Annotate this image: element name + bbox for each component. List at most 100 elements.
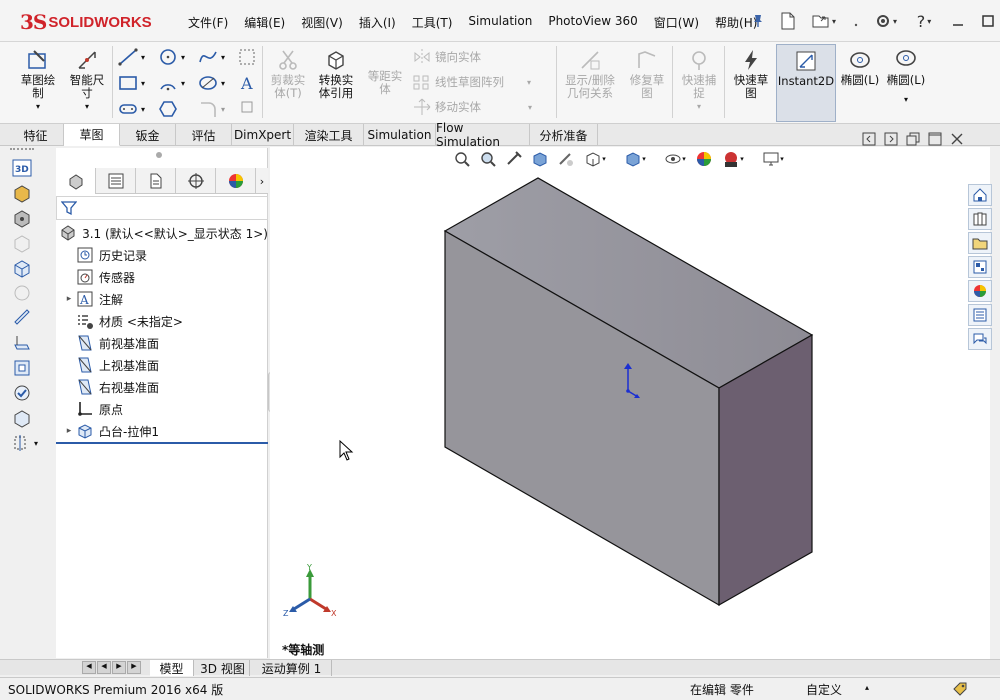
feature-manager-tab-icon[interactable] bbox=[56, 168, 96, 194]
tab-0[interactable]: 特征 bbox=[8, 124, 64, 146]
tree-expand-icon[interactable]: ▸ bbox=[62, 294, 76, 304]
ellipse-tool[interactable]: ▾ bbox=[198, 74, 225, 92]
polygon-tool[interactable] bbox=[158, 100, 178, 118]
previous-view-icon[interactable] bbox=[504, 150, 524, 168]
tree-item[interactable]: 3.1 (默认<<默认>_显示状态 1>) bbox=[56, 222, 268, 244]
scroll-next-icon[interactable]: ▶ bbox=[112, 661, 126, 674]
tab-4[interactable]: DimXpert bbox=[232, 124, 294, 146]
rapid-sketch-button[interactable]: 快速草 图 bbox=[728, 48, 774, 100]
sphere-icon[interactable] bbox=[11, 282, 33, 304]
tree-item[interactable]: 前视基准面 bbox=[56, 332, 268, 354]
derived-sketch-icon[interactable] bbox=[11, 357, 33, 379]
move-entities-tool[interactable]: 移动实体 ▾ bbox=[412, 98, 532, 116]
check-sketch-icon[interactable] bbox=[11, 382, 33, 404]
intersection-icon[interactable] bbox=[11, 307, 33, 329]
rollback-bar[interactable] bbox=[56, 442, 268, 444]
custom-properties-icon[interactable] bbox=[968, 304, 992, 326]
tree-item[interactable]: 上视基准面 bbox=[56, 354, 268, 376]
tab-1[interactable]: 草图 bbox=[64, 124, 120, 146]
viewport-close-icon[interactable] bbox=[950, 132, 964, 149]
edit-appearance-icon[interactable] bbox=[694, 150, 714, 168]
tab-5[interactable]: 渲染工具 bbox=[294, 124, 364, 146]
text-tool[interactable]: A bbox=[238, 74, 256, 92]
tree-item[interactable]: 原点 bbox=[56, 398, 268, 420]
circle-tool[interactable]: ▾ bbox=[158, 48, 185, 66]
menu-item-1[interactable]: 编辑(E) bbox=[236, 12, 293, 33]
view-palette-icon[interactable] bbox=[968, 256, 992, 278]
block-icon[interactable] bbox=[11, 207, 33, 229]
repair-sketch-button[interactable]: 修复草 图 bbox=[624, 48, 670, 100]
dimxpert-manager-tab-icon[interactable] bbox=[176, 168, 216, 194]
settings-icon[interactable]: ▾ bbox=[869, 8, 903, 34]
sketch-button[interactable]: 草图绘 制 ▾ bbox=[14, 48, 62, 113]
tab-2[interactable]: 钣金 bbox=[120, 124, 176, 146]
menu-item-6[interactable]: PhotoView 360 bbox=[540, 12, 645, 33]
viewport-restore-icon[interactable] bbox=[906, 132, 920, 149]
tree-item[interactable]: ▸ 凸台-拉伸1 bbox=[56, 420, 268, 442]
property-manager-tab-icon[interactable] bbox=[96, 168, 136, 194]
trim-entities-button[interactable]: 剪裁实 体(T) bbox=[266, 48, 310, 100]
viewport-maximize-icon[interactable] bbox=[928, 132, 942, 149]
home-icon[interactable] bbox=[968, 184, 992, 206]
new-document-icon[interactable] bbox=[775, 8, 801, 34]
dynamic-annotation-icon[interactable] bbox=[556, 150, 576, 168]
show-relations-button[interactable]: 显示/删除 几何关系 bbox=[558, 48, 622, 100]
view-orientation-icon[interactable]: ▾ bbox=[582, 150, 608, 168]
previous-view-icon[interactable] bbox=[862, 132, 876, 149]
mirror-entities-tool[interactable]: 镜向实体 bbox=[412, 48, 481, 66]
open-document-icon[interactable]: ▾ bbox=[805, 8, 843, 34]
arc-tool[interactable]: ▾ bbox=[158, 74, 185, 92]
bottom-tab-1[interactable]: 3D 视图 bbox=[196, 660, 250, 676]
3d-sketch-icon[interactable]: 3D bbox=[11, 157, 33, 179]
fillet-tool[interactable]: ▾ bbox=[198, 100, 225, 118]
scroll-first-icon[interactable]: ◀ bbox=[82, 661, 96, 674]
more-icon[interactable] bbox=[847, 8, 865, 34]
graphics-area[interactable]: Y X Z *等轴测 bbox=[270, 147, 990, 659]
tab-3[interactable]: 评估 bbox=[176, 124, 232, 146]
reference-geometry-icon[interactable]: ▾ bbox=[11, 432, 47, 454]
forum-icon[interactable] bbox=[968, 328, 992, 350]
pin-icon[interactable] bbox=[745, 8, 771, 34]
tree-filter-field[interactable] bbox=[56, 196, 268, 220]
configuration-manager-tab-icon[interactable] bbox=[136, 168, 176, 194]
zoom-to-fit-icon[interactable] bbox=[452, 150, 472, 168]
section-view-icon[interactable] bbox=[530, 150, 550, 168]
panel-grip-icon[interactable] bbox=[156, 152, 162, 158]
plane-tool[interactable] bbox=[240, 100, 254, 114]
menu-item-2[interactable]: 视图(V) bbox=[293, 12, 351, 33]
display-style-icon[interactable]: ▾ bbox=[622, 150, 648, 168]
minimize-icon[interactable] bbox=[945, 8, 971, 34]
hide-show-items-icon[interactable]: ▾ bbox=[662, 150, 688, 168]
tree-item[interactable]: 材质 <未指定> bbox=[56, 310, 268, 332]
maximize-icon[interactable] bbox=[975, 8, 1000, 34]
tab-8[interactable]: 分析准备 bbox=[530, 124, 598, 146]
layout-sketch-icon[interactable] bbox=[11, 407, 33, 429]
tree-item[interactable]: 右视基准面 bbox=[56, 376, 268, 398]
next-view-icon[interactable] bbox=[884, 132, 898, 149]
menu-item-7[interactable]: 窗口(W) bbox=[646, 12, 707, 33]
spline-tool[interactable]: ▾ bbox=[198, 48, 225, 66]
smart-dimension-button[interactable]: 智能尺 寸 ▾ bbox=[64, 48, 110, 113]
sketch-picture-icon[interactable] bbox=[11, 182, 33, 204]
tree-expand-icon[interactable]: ▸ bbox=[62, 426, 76, 436]
help-icon[interactable]: ? ▾ bbox=[907, 8, 941, 34]
bottom-tab-2[interactable]: 运动算例 1 bbox=[252, 660, 332, 676]
linear-pattern-tool[interactable]: 线性草图阵列 ▾ bbox=[412, 73, 531, 91]
quick-snaps-button[interactable]: 快速捕 捉 ▾ bbox=[676, 48, 722, 113]
cube-icon[interactable] bbox=[11, 257, 33, 279]
menu-item-0[interactable]: 文件(F) bbox=[180, 12, 236, 33]
ellipse-button-1[interactable]: 椭圆(L) bbox=[838, 48, 882, 87]
tab-6[interactable]: Simulation bbox=[364, 124, 436, 146]
menu-item-3[interactable]: 插入(I) bbox=[351, 12, 404, 33]
units-status[interactable]: 自定义 bbox=[806, 681, 842, 698]
scroll-last-icon[interactable]: ▶ bbox=[127, 661, 141, 674]
zoom-to-area-icon[interactable] bbox=[478, 150, 498, 168]
ellipse-button-2[interactable]: 椭圆(L) ▾ bbox=[884, 48, 928, 106]
bottom-tab-0[interactable]: 模型 bbox=[150, 660, 194, 676]
construction-geometry-tool[interactable] bbox=[238, 48, 256, 66]
display-manager-tab-icon[interactable] bbox=[216, 168, 256, 194]
rectangle-tool[interactable]: ▾ bbox=[118, 74, 145, 92]
tree-item[interactable]: 传感器 bbox=[56, 266, 268, 288]
file-explorer-icon[interactable] bbox=[968, 232, 992, 254]
solidworks-logo[interactable]: 3S SOLIDWORKS bbox=[20, 10, 152, 34]
